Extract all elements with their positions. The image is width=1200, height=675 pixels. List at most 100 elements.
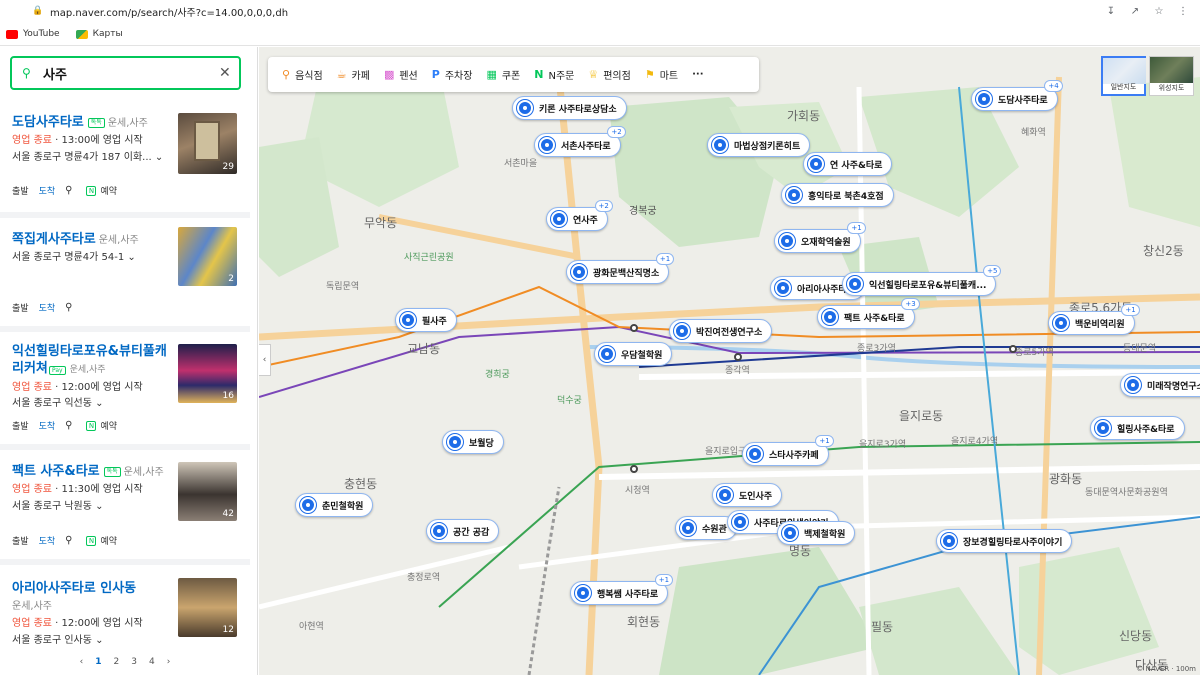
more-categories-button[interactable]: ··· <box>692 69 703 80</box>
place-pin[interactable]: 도인사주 <box>712 483 783 507</box>
result-address[interactable]: 서울 종로구 익선동 ⌄ <box>12 394 104 409</box>
place-pin[interactable]: 행복쌤 사주타로 +1 <box>570 574 674 605</box>
chevron-down-icon[interactable]: ⌄ <box>155 152 163 163</box>
result-name-line2[interactable]: 리커쳐 <box>12 361 48 376</box>
result-photo[interactable]: 29 <box>178 113 237 174</box>
satellite-map-button[interactable]: 위성지도 <box>1149 56 1194 96</box>
reserve-button[interactable]: N 예약 <box>86 184 117 197</box>
page-2[interactable]: 2 <box>114 657 120 667</box>
result-card-5[interactable]: 아리아사주타로 인사동 운세,사주 영업 종료 · 12:00에 영업 시작 서… <box>0 565 250 651</box>
result-name[interactable]: 아리아사주타로 인사동 <box>12 581 136 596</box>
reserve-button[interactable]: N 예약 <box>86 534 117 547</box>
result-photo[interactable]: 2 <box>178 227 237 286</box>
place-pin[interactable]: 스타사주카페 +1 <box>742 435 834 466</box>
category-restaurant[interactable]: ⚲ 음식점 <box>282 67 323 82</box>
chevron-down-icon[interactable]: ⌄ <box>95 398 103 409</box>
place-pin[interactable]: 연사주 +2 <box>546 200 613 231</box>
share-icon[interactable]: ↗ <box>1128 6 1142 17</box>
place-pin[interactable]: 서촌사주타로 +2 <box>534 126 626 157</box>
place-pin[interactable]: 춘민철학원 <box>295 493 374 517</box>
chevron-down-icon[interactable]: ⌄ <box>95 501 103 512</box>
category-pension[interactable]: ▩ 펜션 <box>384 67 418 82</box>
place-pin[interactable]: 익선힐링타로포유&뷰티풀캐... +5 <box>842 265 1002 296</box>
place-pin[interactable]: 박진여전생연구소 <box>669 319 773 343</box>
result-card-1[interactable]: 도담사주타로 톡톡 운세,사주 영업 종료 · 13:00에 영업 시작 서울 종로… <box>0 103 250 218</box>
place-pin[interactable]: 백제철학원 <box>777 521 856 545</box>
result-photo[interactable]: 12 <box>178 578 237 637</box>
search-box[interactable]: ⚲ 사주 ✕ <box>10 56 241 90</box>
place-pin[interactable]: 키론 사주타로상담소 <box>512 96 627 120</box>
clear-icon[interactable]: ✕ <box>219 65 239 81</box>
location-pin-icon[interactable]: ⚲ <box>65 302 72 313</box>
place-pin[interactable]: 광화문백산직명소 +1 <box>566 253 675 284</box>
place-pin[interactable]: 필사주 <box>395 308 457 332</box>
place-pin[interactable]: 연 사주&타로 <box>803 152 893 176</box>
place-pin[interactable]: 도담사주타로 +4 <box>971 80 1063 111</box>
next-page-icon[interactable]: › <box>167 657 171 667</box>
map-view[interactable]: 가회동 혜화역 창신2동 종로5.6가동 종로5가역 동대문역 광화동 종로3가… <box>259 47 1200 675</box>
location-pin-icon[interactable]: ⚲ <box>65 185 72 196</box>
result-card-2[interactable]: 쪽집게사주타로 운세,사주 서울 종로구 명륜4가 54-1 ⌄ 2 출발 도착 … <box>0 218 250 332</box>
arrive-button[interactable]: 도착 <box>39 534 56 547</box>
result-title[interactable]: 쪽집게사주타로 운세,사주 <box>12 228 139 247</box>
result-address[interactable]: 서울 종로구 낙원동 ⌄ <box>12 497 104 512</box>
result-address[interactable]: 서울 종로구 인사동 ⌄ <box>12 631 104 646</box>
arrive-button[interactable]: 도착 <box>39 184 56 197</box>
category-coupon[interactable]: ▦ 쿠폰 <box>486 67 520 82</box>
chevron-down-icon[interactable]: ⌄ <box>127 252 135 263</box>
result-card-3[interactable]: 익선힐링타로포유&뷰티풀캐 리커쳐 Pay 운세,사주 영업 종료 · 12:00… <box>0 332 250 450</box>
bookmark-star-icon[interactable]: ☆ <box>1152 6 1166 17</box>
arrive-button[interactable]: 도착 <box>39 301 56 314</box>
chevron-down-icon[interactable]: ⌄ <box>95 635 103 646</box>
bookmark-maps[interactable]: Карты <box>75 29 123 39</box>
category-parking[interactable]: P 주차장 <box>432 67 473 82</box>
place-pin[interactable]: 공간 공감 <box>426 519 500 543</box>
category-mart[interactable]: ⚑ 마트 <box>645 67 678 82</box>
subway-station-marker[interactable] <box>630 324 638 332</box>
category-norder[interactable]: N N주문 <box>534 67 574 82</box>
reserve-button[interactable]: N 예약 <box>86 419 117 432</box>
result-title[interactable]: 도담사주타로 톡톡 운세,사주 <box>12 111 148 130</box>
more-menu-icon[interactable]: ⋮ <box>1176 6 1190 17</box>
bookmark-youtube[interactable]: YouTube <box>6 29 60 39</box>
category-convenience[interactable]: ♕ 편의점 <box>588 67 630 82</box>
page-3[interactable]: 3 <box>131 657 137 667</box>
result-card-4[interactable]: 팩트 사주&타로 톡톡 운세,사주 영업 종료 · 11:30에 영업 시작 서울 … <box>0 450 250 565</box>
place-pin[interactable]: 팩트 사주&타로 +3 <box>817 298 920 329</box>
place-pin[interactable]: 우담철학원 <box>594 342 673 366</box>
result-name[interactable]: 팩트 사주&타로 <box>12 464 100 479</box>
place-pin[interactable]: 백운비역리원 +1 <box>1048 304 1140 335</box>
page-1[interactable]: 1 <box>95 657 101 667</box>
result-name[interactable]: 도담사주타로 <box>12 115 84 130</box>
result-address[interactable]: 서울 종로구 명륜4가 54-1 ⌄ <box>12 248 136 263</box>
collapse-sidebar-button[interactable]: ‹ <box>259 344 271 376</box>
subway-station-marker[interactable] <box>630 465 638 473</box>
url-text[interactable]: map.naver.com/p/search/사주?c=14.00,0,0,0,… <box>50 4 1094 19</box>
result-title[interactable]: 아리아사주타로 인사동 <box>12 577 136 596</box>
depart-button[interactable]: 출발 <box>12 534 29 547</box>
place-pin[interactable]: 마법상점키론히트 <box>707 133 811 157</box>
normal-map-button[interactable]: 일반지도 <box>1101 56 1146 96</box>
arrive-button[interactable]: 도착 <box>39 419 56 432</box>
location-pin-icon[interactable]: ⚲ <box>65 535 72 546</box>
result-photo[interactable]: 42 <box>178 462 237 521</box>
result-photo[interactable]: 16 <box>178 344 237 403</box>
prev-page-icon[interactable]: ‹ <box>80 657 84 667</box>
result-name-line1[interactable]: 익선힐링타로포유&뷰티풀캐 <box>12 344 167 359</box>
address-bar[interactable]: 🔒 map.naver.com/p/search/사주?c=14.00,0,0,… <box>10 2 1190 20</box>
place-pin[interactable]: 장보경힐링타로사주이야기 <box>936 529 1073 553</box>
place-pin[interactable]: 오재학역술원 +1 <box>774 222 866 253</box>
place-pin[interactable]: 보월당 <box>442 430 504 454</box>
lock-icon[interactable]: 🔒 <box>32 6 43 16</box>
place-pin[interactable]: 힐링사주&타로 <box>1090 416 1185 440</box>
place-pin[interactable]: 미래작명연구소 <box>1120 373 1200 397</box>
location-pin-icon[interactable]: ⚲ <box>65 420 72 431</box>
subway-station-marker[interactable] <box>734 353 742 361</box>
search-input[interactable]: 사주 <box>43 64 219 83</box>
page-4[interactable]: 4 <box>149 657 155 667</box>
result-name[interactable]: 쪽집게사주타로 <box>12 232 96 247</box>
depart-button[interactable]: 출발 <box>12 419 29 432</box>
depart-button[interactable]: 출발 <box>12 184 29 197</box>
place-pin[interactable]: 홍익타로 북촌4호점 <box>781 183 894 207</box>
download-icon[interactable]: ↧ <box>1104 6 1118 17</box>
